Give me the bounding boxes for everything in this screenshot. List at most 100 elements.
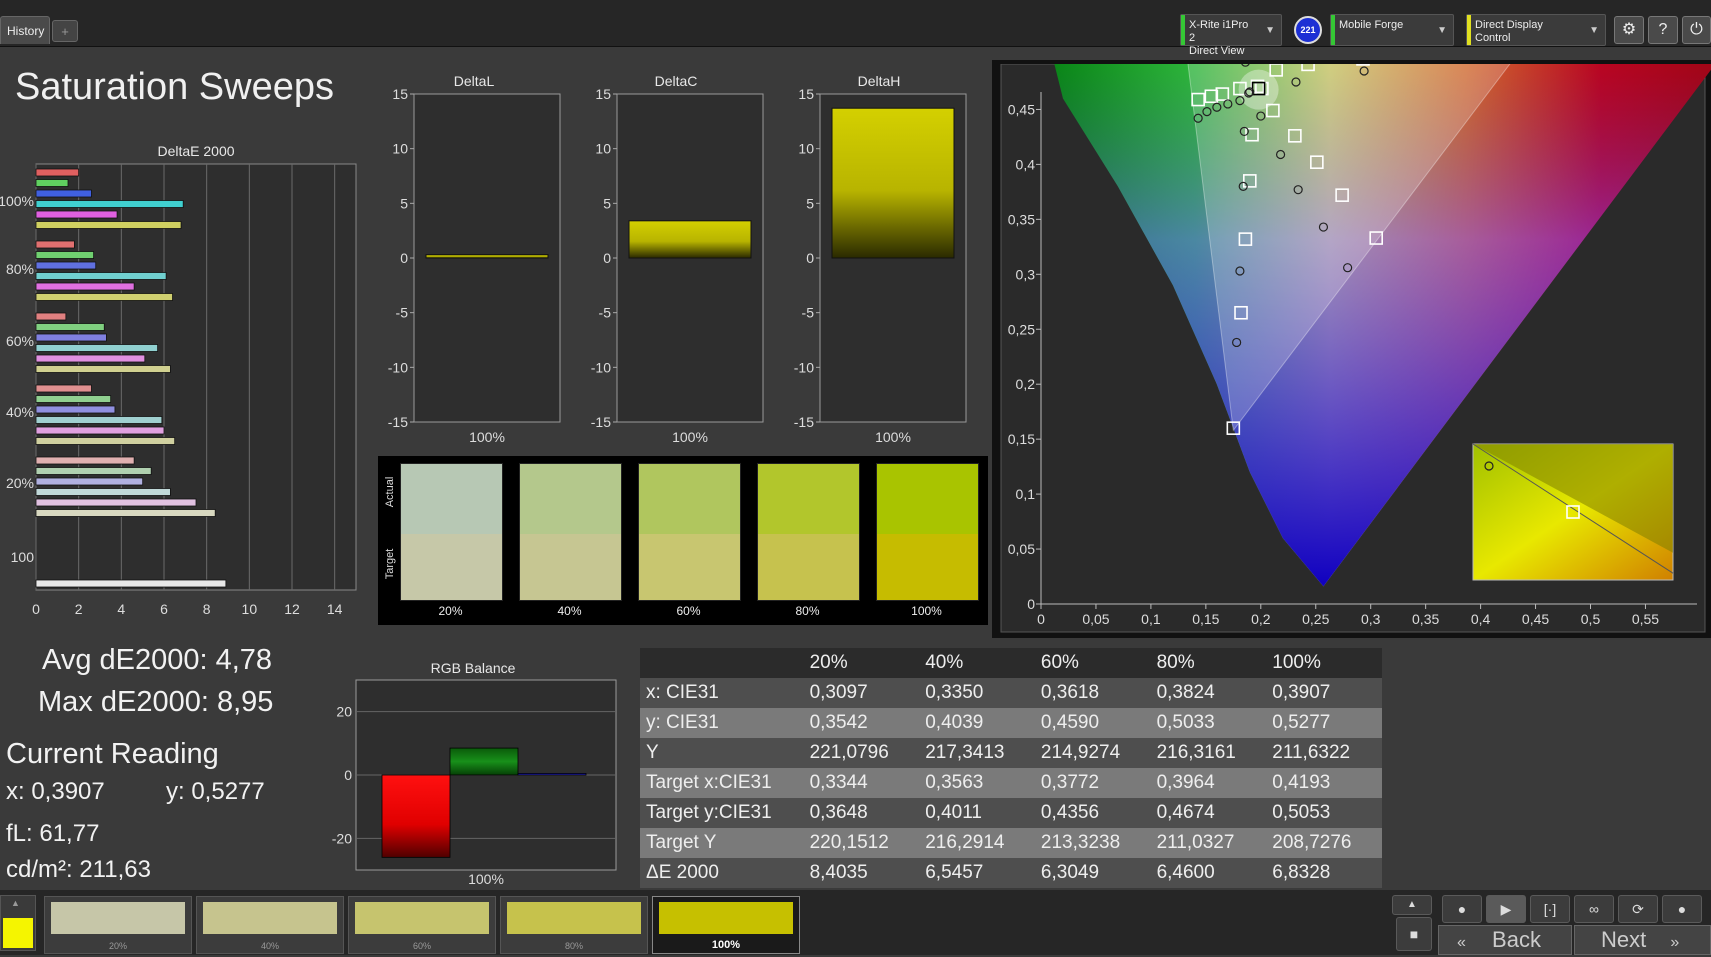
actual-swatch — [758, 464, 859, 534]
bottom-swatch[interactable]: 60% — [348, 896, 496, 954]
deltae-chart-title: DeltaE 2000 — [36, 143, 356, 159]
next-button[interactable]: Next » — [1574, 925, 1711, 955]
table-cell: 0,3350 — [919, 678, 1035, 708]
chevron-down-icon: ▼ — [1589, 24, 1599, 37]
deltae-bar — [36, 201, 183, 208]
table-cell: 216,2914 — [919, 828, 1035, 858]
chevron-up-control[interactable]: ▲ — [1392, 895, 1432, 915]
table-cell: 0,4039 — [919, 708, 1035, 738]
deltae-x-tick: 14 — [327, 601, 343, 617]
deltae-x-tick: 12 — [284, 601, 300, 617]
cie-x-tick: 0,05 — [1082, 611, 1109, 627]
table-cell: 0,3648 — [804, 798, 920, 828]
table-cell: ΔE 2000 — [640, 858, 804, 888]
target-swatch — [758, 534, 859, 600]
power-icon: ⏻ — [1690, 21, 1703, 38]
display-control-name: Direct Display Control — [1475, 19, 1581, 45]
current-y: y: 0,5277 — [166, 778, 265, 806]
top-toolbar: History 1 + X-Rite i1Pro 2 Direct View ▼… — [0, 0, 1711, 47]
rgb-y-tick: -20 — [332, 830, 352, 846]
deltae-bar — [36, 180, 68, 187]
help-button[interactable]: ? — [1648, 16, 1678, 44]
deltae-bar — [36, 499, 196, 506]
cie-y-tick: 0,1 — [1016, 486, 1036, 502]
display-control-selector[interactable]: Direct Display Control ▼ — [1466, 14, 1606, 46]
bottom-swatch-label: 100% — [653, 939, 799, 951]
play-button[interactable]: ▶ — [1486, 895, 1526, 923]
extra-button[interactable]: ● — [1662, 895, 1702, 923]
delta-y-tick: 15 — [392, 88, 408, 102]
table-cell: 6,3049 — [1035, 858, 1151, 888]
rgb-balance-title: RGB Balance — [373, 660, 573, 676]
add-tab-button[interactable]: + — [52, 20, 78, 42]
cie-x-tick: 0,5 — [1581, 611, 1601, 627]
deltae-x-tick: 4 — [117, 601, 125, 617]
swatch-comparison-panel: Actual Target 20%40%60%80%100% — [378, 456, 988, 625]
table-row: Target x:CIE310,33440,35630,37720,39640,… — [640, 768, 1382, 798]
swatch-pair — [757, 463, 860, 601]
delta-y-tick: -10 — [591, 359, 611, 375]
swatch-label: 20% — [400, 604, 501, 618]
delta-y-tick: -15 — [794, 414, 814, 430]
bottom-swatch[interactable]: 20% — [44, 896, 192, 954]
cie-x-tick: 0,35 — [1412, 611, 1439, 627]
deltae-bar — [36, 468, 151, 475]
swatch-pair — [638, 463, 741, 601]
deltae-bar — [36, 457, 134, 464]
cie-x-tick: 0,45 — [1522, 611, 1549, 627]
table-cell: 0,3618 — [1035, 678, 1151, 708]
refresh-button[interactable]: ⟳ — [1618, 895, 1658, 923]
delta-y-tick: -5 — [802, 305, 815, 321]
tab-history-1[interactable]: History 1 — [0, 16, 50, 44]
generator-name: Mobile Forge — [1339, 19, 1429, 32]
table-cell: 0,3344 — [804, 768, 920, 798]
deltae-x-tick: 0 — [32, 601, 40, 617]
deltae-bar — [36, 417, 162, 424]
bracket-icon: [·] — [1544, 901, 1556, 917]
table-header-row: 20%40%60%80%100% — [640, 648, 1382, 678]
deltac-chart-title: DeltaC — [616, 73, 736, 89]
bottom-swatch[interactable]: 40% — [196, 896, 344, 954]
swatch-label: 60% — [638, 604, 739, 618]
pattern-generator-selector[interactable]: Mobile Forge ▼ — [1330, 14, 1454, 46]
delta-bar — [426, 255, 548, 258]
actual-swatch — [877, 464, 978, 534]
stop-button[interactable]: ■ — [1396, 917, 1432, 951]
table-cell: 0,3563 — [919, 768, 1035, 798]
deltae-bar — [36, 241, 74, 248]
swatch-label: 40% — [519, 604, 620, 618]
delta-y-tick: 10 — [798, 141, 814, 157]
table-cell: 6,8328 — [1266, 858, 1382, 888]
table-row: Y221,0796217,3413214,9274216,3161211,632… — [640, 738, 1382, 768]
table-cell: 6,5457 — [919, 858, 1035, 888]
table-row: Target y:CIE310,36480,40110,43560,46740,… — [640, 798, 1382, 828]
bottom-swatch[interactable]: 100% — [652, 896, 800, 954]
current-color-indicator[interactable]: ▲ — [0, 895, 36, 951]
settings-button[interactable]: ⚙ — [1614, 16, 1644, 44]
deltae-bar — [36, 313, 66, 320]
record-button[interactable]: ● — [1442, 895, 1482, 923]
deltae-bar — [36, 438, 175, 445]
bottom-swatch-label: 40% — [197, 941, 343, 951]
loop-button[interactable]: ∞ — [1574, 895, 1614, 923]
table-header-cell: 60% — [1035, 648, 1151, 678]
device-badge[interactable]: 221 — [1294, 16, 1322, 44]
actual-swatch — [401, 464, 502, 534]
deltae-group-label: 40% — [6, 404, 34, 420]
table-row: x: CIE310,30970,33500,36180,38240,3907 — [640, 678, 1382, 708]
bottom-swatch[interactable]: 80% — [500, 896, 648, 954]
power-button[interactable]: ⏻ — [1682, 16, 1711, 44]
back-button[interactable]: « Back — [1438, 925, 1572, 955]
target-swatch — [639, 534, 740, 600]
continuous-button[interactable]: [·] — [1530, 895, 1570, 923]
table-cell: 0,5033 — [1151, 708, 1267, 738]
cie-x-tick: 0,3 — [1361, 611, 1381, 627]
deltae-bar — [36, 427, 164, 434]
deltae-group-label: 100 — [11, 549, 35, 565]
deltae-bar — [36, 211, 117, 218]
table-cell: Target Y — [640, 828, 804, 858]
meter-selector[interactable]: X-Rite i1Pro 2 Direct View ▼ — [1180, 14, 1282, 46]
cie-y-tick: 0,35 — [1008, 211, 1035, 227]
deltae-bar — [36, 252, 94, 259]
cie-x-tick: 0,25 — [1302, 611, 1329, 627]
